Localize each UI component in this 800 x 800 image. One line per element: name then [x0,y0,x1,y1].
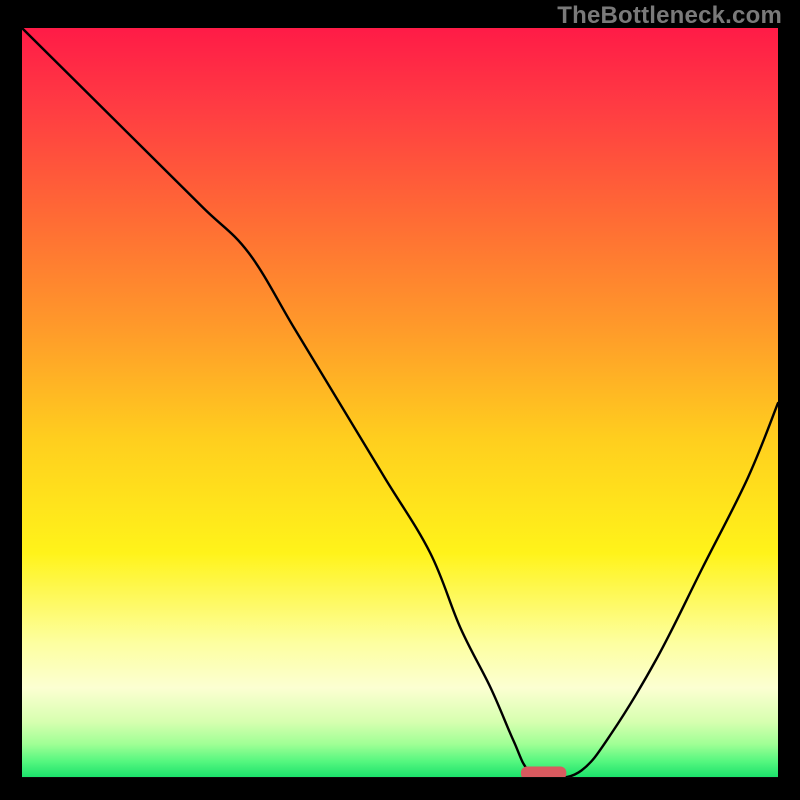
chart-svg [22,28,778,778]
plot-area [22,28,778,778]
chart-frame: TheBottleneck.com [0,0,800,800]
optimal-marker [521,767,566,779]
watermark-text: TheBottleneck.com [557,2,782,30]
